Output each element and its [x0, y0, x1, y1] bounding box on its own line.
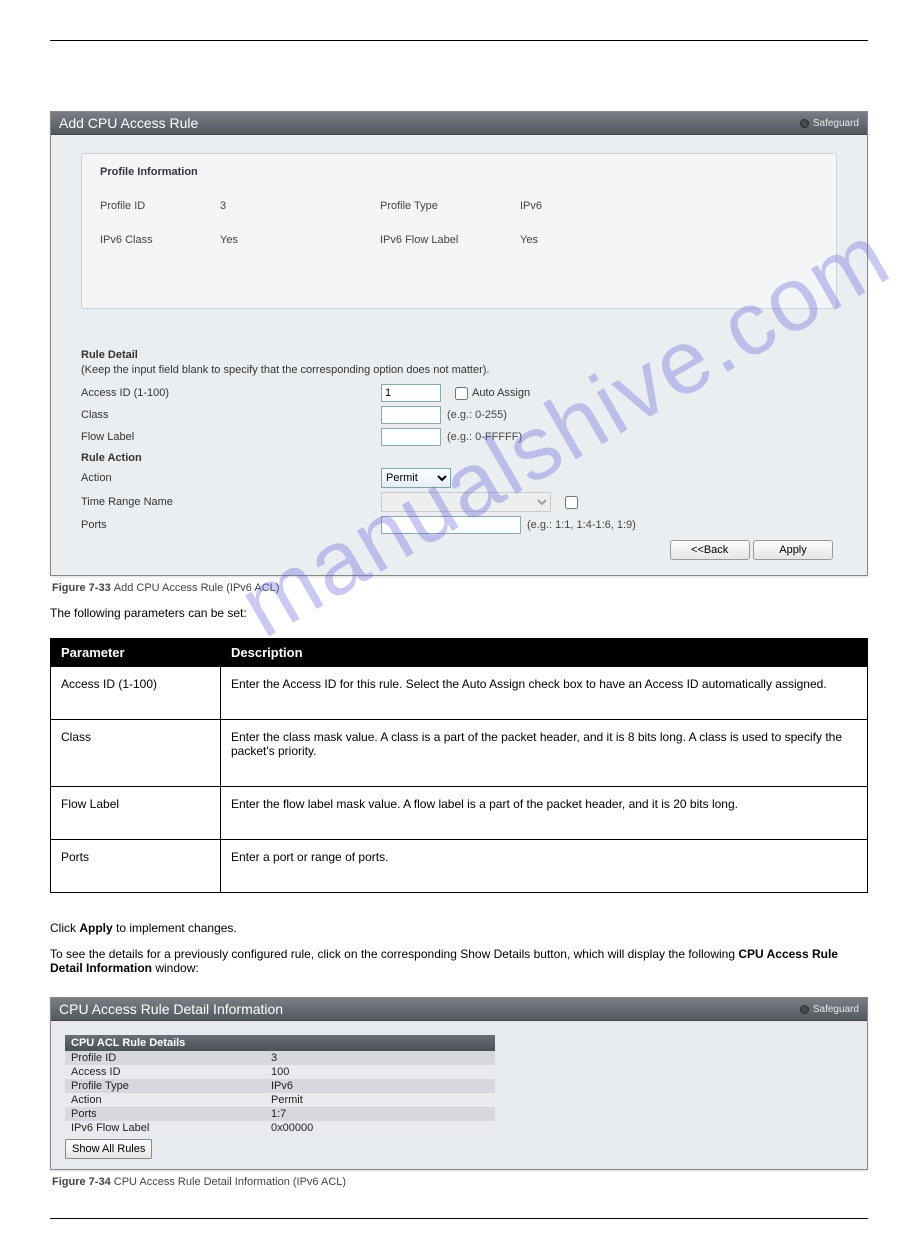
profile-type-label: Profile Type [380, 200, 520, 212]
time-range-select[interactable] [381, 492, 551, 512]
access-id-label: Access ID (1-100) [81, 387, 381, 399]
params-header-description: Description [221, 639, 868, 667]
auto-assign-wrap[interactable]: Auto Assign [455, 387, 530, 400]
detail-intro: To see the details for a previously conf… [50, 947, 868, 975]
panel-header: Add CPU Access Rule Safeguard [51, 112, 867, 135]
table-row: Access ID100 [65, 1065, 495, 1079]
panel2-header: CPU Access Rule Detail Information Safeg… [51, 998, 867, 1021]
class-input[interactable] [381, 406, 441, 424]
rule-detail-note: (Keep the input field blank to specify t… [81, 364, 837, 376]
safeguard-icon [800, 119, 809, 128]
detail-value: Permit [265, 1093, 495, 1107]
parameters-table: Parameter Description Access ID (1-100) … [50, 638, 868, 893]
table-row: Ports Enter a port or range of ports. [51, 840, 868, 893]
time-range-label: Time Range Name [81, 496, 381, 508]
profile-info-title: Profile Information [100, 166, 818, 178]
class-hint: (e.g.: 0-255) [447, 409, 507, 421]
table-row: Access ID (1-100) Enter the Access ID fo… [51, 667, 868, 720]
table-row: Profile TypeIPv6 [65, 1079, 495, 1093]
cpu-acl-details-head: CPU ACL Rule Details [65, 1035, 495, 1051]
rule-detail-title: Rule Detail [81, 349, 837, 361]
safeguard-badge: Safeguard [800, 1004, 859, 1015]
panel-title: Add CPU Access Rule [59, 115, 198, 131]
ipv6-class-label: IPv6 Class [100, 234, 220, 246]
cpu-acl-details-table: Profile ID3 Access ID100 Profile TypeIPv… [65, 1051, 495, 1135]
param-desc: Enter a port or range of ports. [221, 840, 868, 893]
figure-1-prefix: Figure 7-33 [52, 582, 114, 594]
ipv6-flow-label-value: Yes [520, 234, 620, 246]
auto-assign-checkbox[interactable] [455, 387, 468, 400]
detail-key: Ports [65, 1107, 265, 1121]
action-select[interactable]: Permit [381, 468, 451, 488]
safeguard-icon [800, 1005, 809, 1014]
safeguard-label: Safeguard [813, 1004, 859, 1015]
param-desc: Enter the Access ID for this rule. Selec… [221, 667, 868, 720]
detail-value: 1:7 [265, 1107, 495, 1121]
params-header-parameter: Parameter [51, 639, 221, 667]
figure-1-text: Add CPU Access Rule (IPv6 ACL) [114, 582, 280, 594]
safeguard-label: Safeguard [813, 118, 859, 129]
table-row: Ports1:7 [65, 1107, 495, 1121]
param-desc: Enter the flow label mask value. A flow … [221, 787, 868, 840]
table-row: Flow Label Enter the flow label mask val… [51, 787, 868, 840]
detail-key: IPv6 Flow Label [65, 1121, 265, 1135]
figure-2-text: CPU Access Rule Detail Information (IPv6… [114, 1176, 346, 1188]
access-id-input[interactable] [381, 384, 441, 402]
figure-2-caption: Figure 7-34 CPU Access Rule Detail Infor… [52, 1176, 868, 1188]
detail-key: Profile Type [65, 1079, 265, 1093]
ports-label: Ports [81, 519, 381, 531]
figure-1-caption: Figure 7-33 Add CPU Access Rule (IPv6 AC… [52, 582, 868, 594]
safeguard-badge: Safeguard [800, 118, 859, 129]
auto-assign-label: Auto Assign [472, 387, 530, 399]
profile-id-label: Profile ID [100, 200, 220, 212]
figure-2-prefix: Figure 7-34 [52, 1176, 114, 1188]
detail-value: IPv6 [265, 1079, 495, 1093]
apply-note: Click Apply to implement changes. [50, 921, 868, 935]
profile-id-value: 3 [220, 200, 380, 212]
show-all-rules-button[interactable]: Show All Rules [65, 1139, 152, 1159]
apply-button[interactable]: Apply [753, 540, 833, 560]
param-name: Access ID (1-100) [51, 667, 221, 720]
rule-action-title: Rule Action [81, 452, 837, 464]
table-row: IPv6 Flow Label0x00000 [65, 1121, 495, 1135]
class-label: Class [81, 409, 381, 421]
detail-value: 3 [265, 1051, 495, 1065]
bottom-rule [50, 1218, 868, 1219]
param-name: Flow Label [51, 787, 221, 840]
flow-label-label: Flow Label [81, 431, 381, 443]
param-desc: Enter the class mask value. A class is a… [221, 720, 868, 787]
profile-info-box: Profile Information Profile ID 3 Profile… [81, 153, 837, 309]
back-button[interactable]: <<Back [670, 540, 750, 560]
table-row: Profile ID3 [65, 1051, 495, 1065]
detail-key: Action [65, 1093, 265, 1107]
cpu-access-rule-detail-panel: CPU Access Rule Detail Information Safeg… [50, 997, 868, 1170]
add-cpu-access-rule-panel: Add CPU Access Rule Safeguard Profile In… [50, 111, 868, 576]
time-range-checkbox[interactable] [565, 496, 578, 509]
detail-key: Access ID [65, 1065, 265, 1079]
table-row: Class Enter the class mask value. A clas… [51, 720, 868, 787]
profile-type-value: IPv6 [520, 200, 620, 212]
top-rule [50, 40, 868, 41]
action-label: Action [81, 472, 381, 484]
panel2-title: CPU Access Rule Detail Information [59, 1001, 283, 1017]
ipv6-class-value: Yes [220, 234, 380, 246]
table-row: ActionPermit [65, 1093, 495, 1107]
params-intro: The following parameters can be set: [50, 606, 868, 620]
detail-value: 0x00000 [265, 1121, 495, 1135]
detail-value: 100 [265, 1065, 495, 1079]
param-name: Ports [51, 840, 221, 893]
ports-input[interactable] [381, 516, 521, 534]
flow-label-input[interactable] [381, 428, 441, 446]
ipv6-flow-label-label: IPv6 Flow Label [380, 234, 520, 246]
flow-label-hint: (e.g.: 0-FFFFF) [447, 431, 522, 443]
ports-hint: (e.g.: 1:1, 1:4-1:6, 1:9) [527, 519, 636, 531]
time-range-check-wrap[interactable] [565, 496, 578, 509]
detail-key: Profile ID [65, 1051, 265, 1065]
param-name: Class [51, 720, 221, 787]
